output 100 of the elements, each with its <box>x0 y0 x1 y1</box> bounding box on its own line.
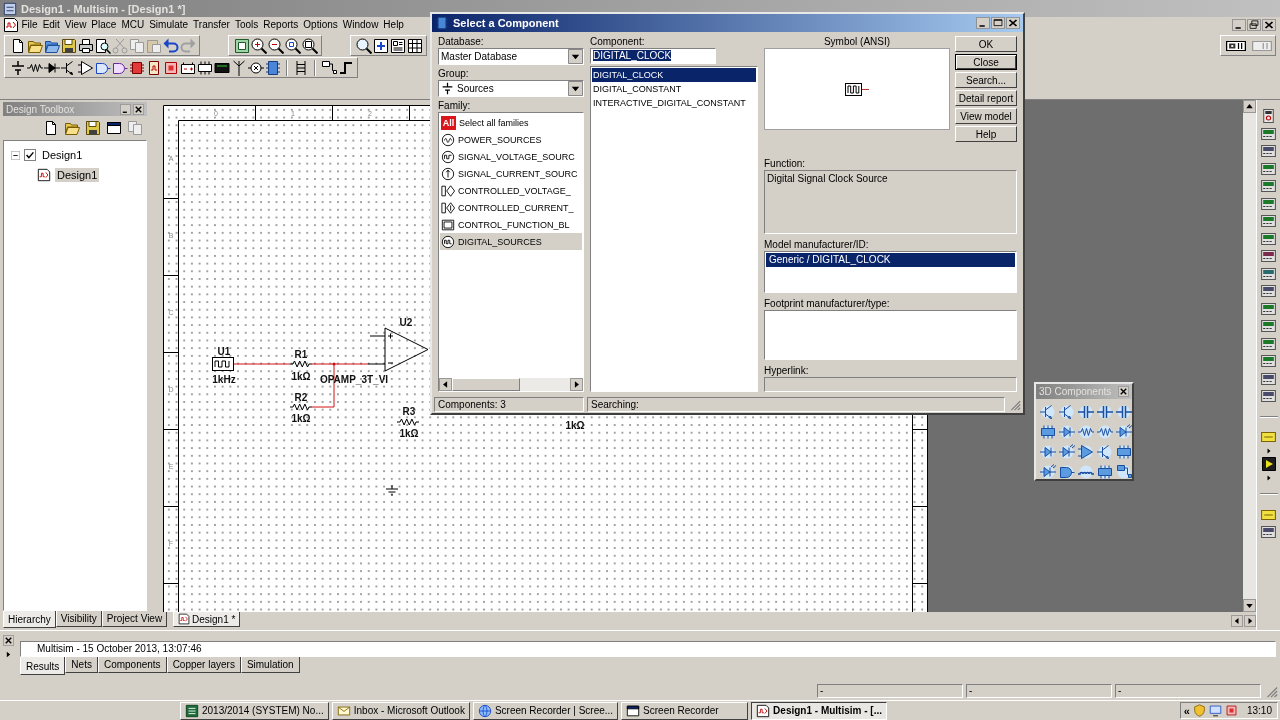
tree-item[interactable]: Design1 <box>40 148 85 162</box>
close-icon[interactable] <box>1006 17 1020 29</box>
close-icon[interactable] <box>1262 19 1276 31</box>
transistor-icon[interactable] <box>1040 404 1056 420</box>
menu-item[interactable]: Place <box>88 17 119 33</box>
zoom-fit-icon[interactable] <box>285 37 301 54</box>
component-item[interactable]: DIGITAL_CONSTANT <box>592 82 756 96</box>
panel-icon[interactable] <box>390 37 406 54</box>
schematic-icon[interactable] <box>3 17 19 33</box>
chip-icon[interactable] <box>1040 424 1056 440</box>
collapse-icon[interactable] <box>11 150 20 160</box>
menu-item[interactable]: Reports <box>260 17 301 33</box>
menu-item[interactable]: File <box>19 17 41 33</box>
open-folder-icon[interactable] <box>64 120 80 136</box>
dialog-button[interactable]: OK <box>955 36 1017 52</box>
tray-icon[interactable] <box>1224 704 1238 717</box>
meter-icon[interactable] <box>1260 195 1277 212</box>
dc-source-icon[interactable] <box>10 59 26 76</box>
menu-item[interactable]: Tools <box>232 17 261 33</box>
transistor-icon[interactable] <box>1059 404 1075 420</box>
window-icon[interactable] <box>106 120 122 136</box>
meter-icon[interactable] <box>1260 178 1277 194</box>
meter-icon[interactable] <box>1260 248 1277 264</box>
capacitor-icon[interactable] <box>1097 404 1113 420</box>
expand-arrow-icon[interactable] <box>1264 473 1273 482</box>
chip-icon[interactable] <box>129 59 145 76</box>
dialog-button[interactable]: Help <box>955 126 1017 142</box>
meter-icon[interactable] <box>1260 524 1277 540</box>
monitor-icon[interactable] <box>1208 704 1222 717</box>
antenna-icon[interactable] <box>231 59 247 76</box>
transistor-icon[interactable] <box>1097 444 1113 460</box>
meter-icon[interactable] <box>1260 318 1277 334</box>
meter-icon[interactable] <box>1260 300 1277 317</box>
new-file-icon[interactable] <box>10 37 26 54</box>
zoom-out-icon[interactable] <box>268 37 284 54</box>
meter-icon[interactable] <box>1260 230 1277 247</box>
led-icon[interactable] <box>1040 464 1056 480</box>
component-item[interactable]: DIGITAL_CLOCK <box>592 68 756 82</box>
indicator-icon[interactable] <box>163 59 179 76</box>
family-item[interactable]: All Select all families <box>440 114 582 131</box>
taskbar-button[interactable]: Inbox - Microsoft Outlook <box>331 701 470 720</box>
probe-icon[interactable] <box>1260 429 1277 445</box>
menu-item[interactable]: Options <box>300 17 341 33</box>
menu-item[interactable]: MCU <box>118 17 147 33</box>
dialog-button[interactable]: Close <box>955 54 1017 70</box>
expand-arrow-icon[interactable] <box>1264 446 1273 455</box>
close-icon[interactable] <box>133 103 144 115</box>
results-tab[interactable]: Copper layers <box>166 657 241 673</box>
new-file-icon[interactable] <box>43 120 59 136</box>
menu-item[interactable]: Window <box>340 17 381 33</box>
menu-item[interactable]: Help <box>380 17 407 33</box>
dialog-button[interactable]: View model <box>955 108 1017 124</box>
grid-icon[interactable] <box>407 37 423 54</box>
printer-icon[interactable] <box>78 37 94 54</box>
family-item[interactable]: DIGITAL_SOURCES <box>440 233 582 250</box>
family-item[interactable]: CONTROLLED_VOLTAGE_ <box>440 182 582 199</box>
dialog-button[interactable]: Search... <box>955 72 1017 88</box>
led-icon[interactable] <box>1116 424 1132 440</box>
ladder-icon[interactable] <box>293 59 309 76</box>
maximize-icon[interactable] <box>991 17 1005 29</box>
chip-icon[interactable] <box>1097 464 1113 480</box>
connector-icon[interactable] <box>1116 464 1132 480</box>
group-dropdown[interactable]: Sources <box>438 80 584 97</box>
meter-icon[interactable] <box>1260 370 1277 387</box>
meter-icon[interactable] <box>1260 335 1277 352</box>
tray-expander[interactable]: « <box>1183 704 1190 717</box>
menu-item[interactable]: Simulate <box>146 17 191 33</box>
inductor-icon[interactable] <box>1078 464 1094 480</box>
chip-icon[interactable] <box>146 59 162 76</box>
family-item[interactable]: POWER_SOURCES <box>440 131 582 148</box>
model-item[interactable]: Generic / DIGITAL_CLOCK <box>766 253 1015 267</box>
meter-icon[interactable] <box>1260 353 1277 369</box>
dialog-button[interactable]: Detail report <box>955 90 1017 106</box>
menu-item[interactable]: Transfer <box>190 17 233 33</box>
zoom-area-icon[interactable] <box>234 37 250 54</box>
meter-icon[interactable] <box>1260 283 1277 299</box>
meter-icon[interactable] <box>1260 388 1277 404</box>
meter-icon[interactable] <box>1260 213 1277 229</box>
chip-icon[interactable] <box>197 59 213 76</box>
menu-item[interactable]: Edit <box>40 17 63 33</box>
chip-icon[interactable] <box>265 59 281 76</box>
database-dropdown[interactable]: Master Database <box>438 48 584 65</box>
tree-item[interactable]: Design1 <box>55 168 100 182</box>
opamp-icon[interactable] <box>1078 444 1094 460</box>
hyperlink-field[interactable] <box>764 377 1017 392</box>
family-item[interactable]: CONTROLLED_CURRENT_ <box>440 199 582 216</box>
undo-icon[interactable] <box>163 37 179 54</box>
taskbar-button[interactable]: 2013/2014 (SYSTEM) No... <box>180 701 329 720</box>
meter-icon[interactable] <box>1260 125 1277 142</box>
resize-grip-icon[interactable] <box>1264 684 1278 698</box>
panel-tab[interactable]: Hierarchy <box>3 611 56 628</box>
meter-icon[interactable] <box>1260 143 1277 159</box>
chip-icon[interactable] <box>1116 444 1132 460</box>
print-preview-icon[interactable] <box>95 37 111 54</box>
taskbar-button[interactable]: Screen Recorder | Scree... <box>472 701 619 720</box>
results-tab[interactable]: Simulation <box>240 657 300 673</box>
restore-icon[interactable] <box>1247 19 1261 31</box>
sheet-tab[interactable]: Design1 * <box>173 612 241 627</box>
close-icon[interactable] <box>2 635 14 646</box>
family-item[interactable]: CONTROL_FUNCTION_BL <box>440 216 582 233</box>
